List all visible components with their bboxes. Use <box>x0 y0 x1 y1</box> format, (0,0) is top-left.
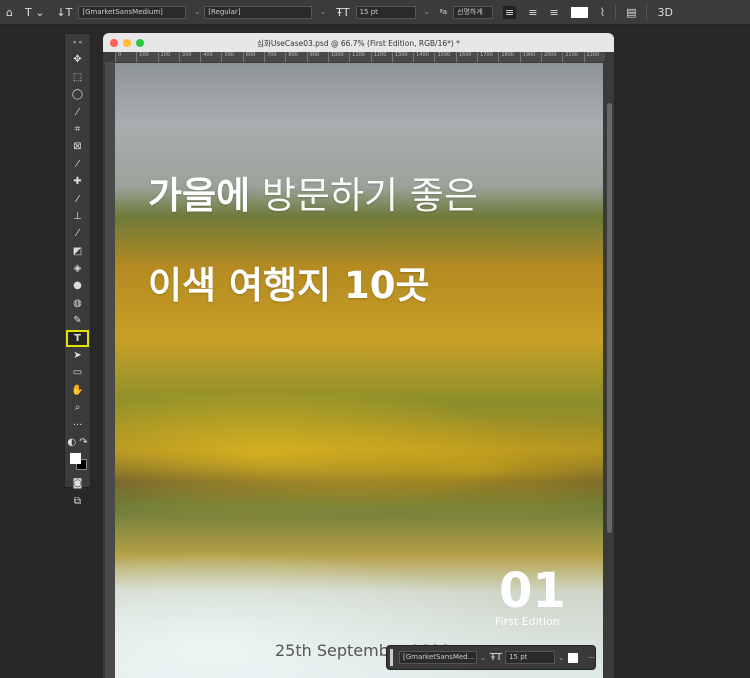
document-title-bar: 심화UseCase03.psd @ 66.7% (First Edition, … <box>103 33 614 52</box>
divider <box>646 4 648 20</box>
ruler-tick: 1200 <box>370 52 392 62</box>
ruler-tick: 600 <box>242 52 264 62</box>
ruler-tick: 2000 <box>540 52 562 62</box>
ruler-tick: 1700 <box>477 52 498 62</box>
more-options-icon[interactable]: ··· <box>588 654 595 662</box>
ruler-tick: 300 <box>178 52 200 62</box>
headline-line-1[interactable]: 가을에 방문하기 좋은 <box>148 165 478 219</box>
document-title: 심화UseCase03.psd @ 66.7% (First Edition, … <box>257 39 460 48</box>
options-bar: ⌂ T ⌄ ↓T [GmarketSansMedium] ⌄ [Regular] ⌄… <box>0 0 750 25</box>
align-right-icon[interactable]: ≡ <box>549 6 558 19</box>
clone-stamp-icon[interactable]: ⊥ <box>65 208 90 225</box>
chevron-down-icon[interactable]: ⌄ <box>194 8 200 16</box>
hand-tool-icon[interactable]: ✋ <box>65 382 90 399</box>
ruler-tick: 700 <box>264 52 285 62</box>
headline-bold: 가을에 <box>148 174 251 217</box>
magic-wand-icon[interactable]: ⁄ <box>65 104 90 121</box>
font-size-input[interactable]: 15 pt <box>505 651 556 664</box>
blur-tool-icon[interactable]: ● <box>65 277 90 294</box>
font-family-select[interactable]: [GmarketSansMedium] <box>78 5 187 19</box>
scrollbar-thumb[interactable] <box>607 103 612 533</box>
paint-bucket-icon[interactable]: ◈ <box>65 260 90 277</box>
ruler-tick: 100 <box>136 52 157 62</box>
document-window: 심화UseCase03.psd @ 66.7% (First Edition, … <box>103 33 614 678</box>
font-style-select[interactable]: [Regular] <box>204 5 313 19</box>
type-tool-icon[interactable]: T <box>66 329 89 348</box>
rectangle-tool-icon[interactable]: ▭ <box>65 364 90 381</box>
pen-tool-icon[interactable]: ✎ <box>65 312 90 329</box>
font-size-input[interactable]: 15 pt <box>355 5 416 19</box>
warp-text-icon[interactable]: ⌇ <box>600 6 605 19</box>
font-size-icon: ŦT <box>336 5 350 19</box>
more-tools-icon[interactable]: ··· <box>65 417 90 434</box>
chevron-down-icon[interactable]: ⌄ <box>320 8 326 16</box>
dodge-tool-icon[interactable]: ◍ <box>65 295 90 312</box>
ruler-tick: 1400 <box>413 52 434 62</box>
horizontal-ruler[interactable]: 0 100 200 300 400 500 600 700 800 900 1000 1100 1200… <box>115 52 605 62</box>
home-icon[interactable]: ⌂ <box>6 6 13 19</box>
ruler-tick: 1800 <box>498 52 519 62</box>
vertical-ruler[interactable] <box>105 62 115 678</box>
eraser-icon[interactable]: ◩ <box>65 243 90 260</box>
ruler-tick: 1100 <box>349 52 370 62</box>
ruler-tick: 1900 <box>519 52 541 62</box>
character-panel-icon[interactable]: ▤ <box>626 6 636 19</box>
color-swatches[interactable] <box>65 451 90 475</box>
history-brush-icon[interactable]: ⁄ <box>65 225 90 242</box>
chevron-down-icon[interactable]: ⌄ <box>480 654 486 662</box>
ruler-tick: 500 <box>221 52 242 62</box>
screen-mode-icon[interactable]: ⧉ <box>65 493 90 510</box>
vertical-scrollbar[interactable] <box>605 63 614 678</box>
ruler-tick: 1500 <box>434 52 455 62</box>
canvas[interactable]: 가을에 방문하기 좋은 이색 여행지 10곳 01 First Edition … <box>115 63 603 678</box>
move-tool-icon[interactable]: ✥ <box>65 51 90 68</box>
frame-tool-icon[interactable]: ⊠ <box>65 138 90 155</box>
text-orientation-icon[interactable]: ↓T <box>56 6 72 19</box>
ruler-tick: 200 <box>157 52 179 62</box>
ruler-tick: 2100 <box>562 52 583 62</box>
eyedropper-icon[interactable]: ⁄ <box>65 156 90 173</box>
lasso-tool-icon[interactable]: ◯ <box>65 86 90 103</box>
headline-light: 방문하기 좋은 <box>261 174 478 217</box>
ruler-tick: 1600 <box>455 52 477 62</box>
ruler-tick: 900 <box>306 52 328 62</box>
3d-icon[interactable]: 3D <box>657 6 672 19</box>
tools-panel: » « ✥ ⬚ ◯ ⁄ ⌗ ⊠ ⁄ ✚ ⁄ ⊥ ⁄ ◩ ◈ ● ◍ ✎ T ➤ … <box>64 33 91 507</box>
text-color-swatch[interactable] <box>570 6 588 18</box>
font-family-select[interactable]: [GmarketSansMed... <box>399 651 477 664</box>
type-tool-preset-icon[interactable]: T ⌄ <box>25 6 44 19</box>
zoom-tool-icon[interactable]: ⌕ <box>65 399 90 416</box>
anti-alias-icon: ªa <box>439 8 448 16</box>
text-color-swatch[interactable] <box>567 652 578 663</box>
chevron-down-icon[interactable]: ⌄ <box>558 654 564 662</box>
crop-tool-icon[interactable]: ⌗ <box>65 121 90 138</box>
align-center-icon[interactable]: ≡ <box>528 6 537 19</box>
marquee-tool-icon[interactable]: ⬚ <box>65 69 90 86</box>
divider <box>615 4 617 20</box>
chevron-down-icon[interactable]: ⌄ <box>424 8 430 16</box>
ruler-tick: 800 <box>285 52 306 62</box>
brush-tool-icon[interactable]: ⁄ <box>65 191 90 208</box>
ruler-tick: 400 <box>200 52 221 62</box>
ruler-tick: 1300 <box>391 52 413 62</box>
drag-handle[interactable] <box>390 649 393 666</box>
issue-number[interactable]: 01 <box>499 563 566 619</box>
panel-collapse-icon[interactable]: » « <box>65 34 90 51</box>
ruler-tick: 1000 <box>327 52 349 62</box>
ruler-tick: 0 <box>115 52 136 62</box>
align-left-icon[interactable]: ≡ <box>503 5 517 19</box>
headline-line-2[interactable]: 이색 여행지 10곳 <box>148 255 430 309</box>
quick-mask-icon[interactable]: ◙ <box>65 475 90 492</box>
font-size-icon: ŦT <box>489 652 503 663</box>
contextual-task-bar: [GmarketSansMed... ⌄ ŦT 15 pt ⌄ ··· <box>386 645 596 670</box>
edition-label[interactable]: First Edition <box>495 615 560 628</box>
swap-colors-icon[interactable]: ◐ ↷ <box>65 434 90 451</box>
anti-alias-select[interactable]: 선명하게 <box>453 5 494 19</box>
ruler-tick: 2200 <box>583 52 605 62</box>
path-selection-icon[interactable]: ➤ <box>65 347 90 364</box>
healing-brush-icon[interactable]: ✚ <box>65 173 90 190</box>
